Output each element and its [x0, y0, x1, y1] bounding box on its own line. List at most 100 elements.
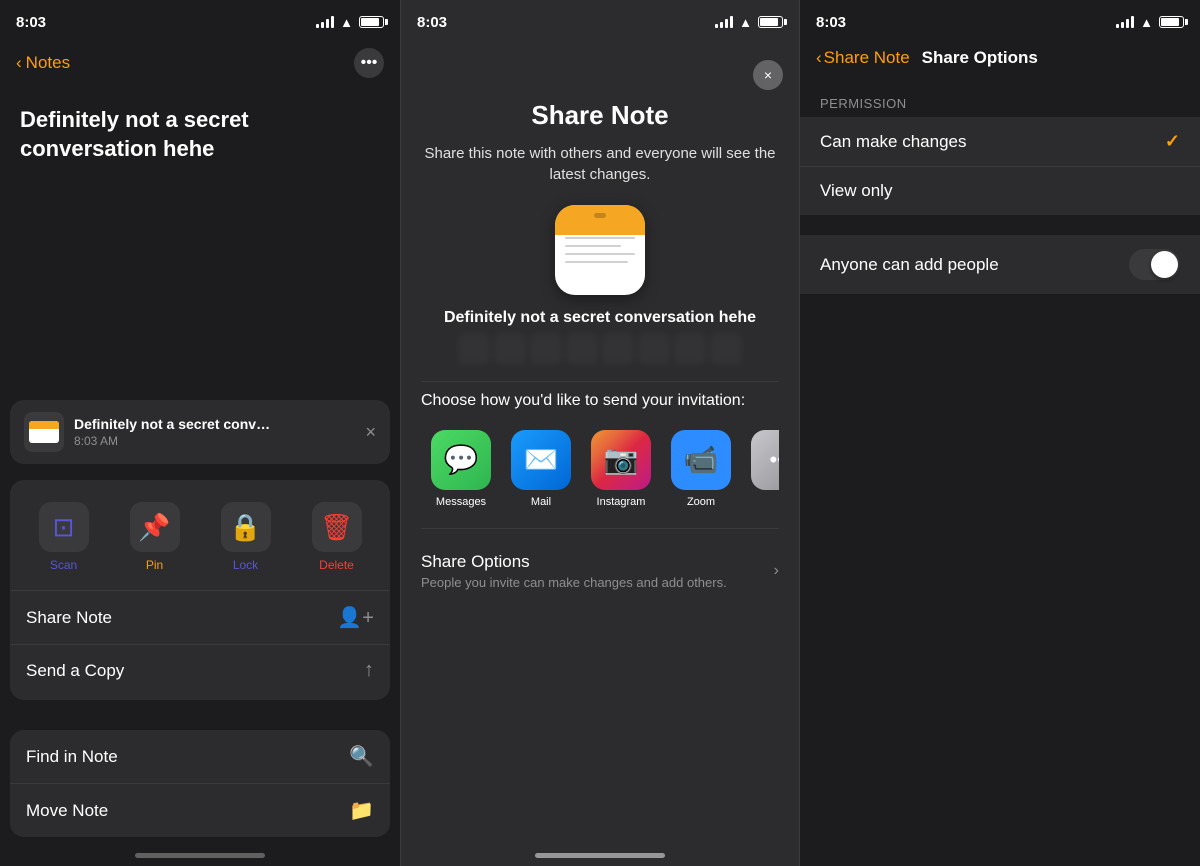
p3-back-label: Share Note [824, 48, 910, 68]
can-make-changes-checkmark: ✓ [1165, 131, 1180, 152]
move-note-button[interactable]: Move Note 📁 [10, 784, 390, 837]
status-icons-1: ▲ [316, 15, 384, 30]
context-notification: Definitely not a secret conversation... … [10, 400, 390, 464]
action-lock[interactable]: 🔒 Lock [200, 492, 291, 582]
instagram-icon: 📷 [591, 430, 651, 490]
scan-label: Scan [50, 558, 77, 572]
scan-icon: ⊡ [53, 512, 75, 543]
modal-close-button[interactable]: × [753, 60, 783, 90]
notif-title: Definitely not a secret conversation... [74, 416, 274, 432]
p3-back-button[interactable]: ‹ Share Note [816, 48, 910, 68]
delete-icon: 🗑 [320, 512, 353, 543]
chevron-right-icon: › [774, 562, 779, 580]
action-grid: ⊡ Scan 📌 Pin 🔒 Lock 🗑 Delete [10, 480, 390, 700]
find-in-note-label: Find in Note [26, 747, 118, 767]
more-apps-icon: ••• [751, 430, 779, 490]
action-icons-row: ⊡ Scan 📌 Pin 🔒 Lock 🗑 Delete [10, 484, 390, 591]
permission-section-label: PERMISSION [800, 80, 1200, 117]
back-button[interactable]: ‹ Notes [16, 53, 70, 73]
modal-header: × [401, 44, 799, 90]
wifi-icon-2: ▲ [739, 15, 752, 30]
battery-icon-3 [1159, 16, 1184, 28]
mail-label: Mail [531, 496, 551, 508]
p3-page-title: Share Options [922, 48, 1038, 68]
app-more[interactable]: ••• [741, 430, 779, 496]
home-indicator-3 [535, 853, 665, 858]
action-delete[interactable]: 🗑 Delete [291, 492, 382, 582]
p3-nav: ‹ Share Note Share Options [800, 44, 1200, 80]
action-scan[interactable]: ⊡ Scan [18, 492, 109, 582]
anyone-add-people-row: Anyone can add people [800, 235, 1200, 294]
send-copy-button[interactable]: Send a Copy ↑ [10, 645, 390, 696]
move-note-label: Move Note [26, 801, 108, 821]
mail-icon: ✉️ [511, 430, 571, 490]
status-icons-2: ▲ [715, 15, 783, 30]
home-indicator-1 [135, 853, 265, 858]
notif-thumbnail [24, 412, 64, 452]
status-bar-2: 8:03 ▲ [401, 0, 799, 44]
status-bar-3: 8:03 ▲ [800, 0, 1200, 44]
time-3: 8:03 [816, 14, 846, 31]
send-copy-label: Send a Copy [26, 661, 124, 681]
share-note-button[interactable]: Share Note 👤+ [10, 591, 390, 645]
lock-label: Lock [233, 558, 258, 572]
messages-icon: 💬 [431, 430, 491, 490]
signal-icon-2 [715, 16, 733, 28]
blurred-share-icons [458, 333, 742, 365]
signal-icon-3 [1116, 16, 1134, 28]
can-make-changes-label: Can make changes [820, 132, 966, 152]
share-options-button[interactable]: Share Options People you invite can make… [421, 538, 779, 594]
time-1: 8:03 [16, 14, 46, 31]
move-note-icon: 📁 [349, 798, 374, 823]
invite-label: Choose how you'd like to send your invit… [421, 392, 745, 410]
action-section-2: Find in Note 🔍 Move Note 📁 [10, 730, 390, 837]
modal-body: Share Note Share this note with others a… [401, 90, 799, 614]
toggle-knob [1151, 251, 1178, 278]
app-instagram[interactable]: 📷 Instagram [581, 430, 661, 508]
permission-list: Can make changes ✓ View only [800, 117, 1200, 215]
more-button[interactable]: ••• [354, 48, 384, 78]
signal-icon-1 [316, 16, 334, 28]
share-apps-row: 💬 Messages ✉️ Mail 📷 Instagram 📹 [421, 430, 779, 508]
lock-icon: 🔒 [229, 512, 261, 543]
app-zoom[interactable]: 📹 Zoom [661, 430, 741, 508]
notes-nav: ‹ Notes ••• [0, 44, 400, 90]
note-name: Definitely not a secret conversation heh… [444, 309, 756, 327]
share-divider-2 [421, 528, 779, 529]
pin-label: Pin [146, 558, 163, 572]
find-in-note-button[interactable]: Find in Note 🔍 [10, 730, 390, 784]
more-icon: ••• [361, 54, 378, 72]
modal-title: Share Note [531, 100, 668, 131]
app-mail[interactable]: ✉️ Mail [501, 430, 581, 508]
notes-app-icon [555, 205, 645, 295]
panel-share-options: 8:03 ▲ ‹ Share Note Share Options PERMIS… [800, 0, 1200, 866]
wifi-icon-1: ▲ [340, 15, 353, 30]
permission-view-only[interactable]: View only [800, 167, 1200, 215]
share-options-label: Share Options [421, 552, 727, 572]
note-content: Definitely not a secret conversation heh… [0, 90, 400, 187]
notif-time: 8:03 AM [74, 434, 355, 448]
battery-icon-2 [758, 16, 783, 28]
permission-can-make-changes[interactable]: Can make changes ✓ [800, 117, 1200, 167]
anyone-add-people-toggle[interactable] [1129, 249, 1180, 280]
back-label: Notes [26, 53, 70, 73]
notif-close-button[interactable]: × [365, 422, 376, 443]
instagram-label: Instagram [597, 496, 646, 508]
app-messages[interactable]: 💬 Messages [421, 430, 501, 508]
pin-icon: 📌 [138, 512, 170, 543]
battery-icon-1 [359, 16, 384, 28]
share-divider [421, 381, 779, 382]
share-note-label: Share Note [26, 608, 112, 628]
zoom-icon: 📹 [671, 430, 731, 490]
messages-label: Messages [436, 496, 486, 508]
status-icons-3: ▲ [1116, 15, 1184, 30]
p3-back-arrow-icon: ‹ [816, 48, 822, 68]
view-only-label: View only [820, 181, 892, 201]
panel-share: 8:03 ▲ × Share Note Share this note with… [400, 0, 800, 866]
delete-label: Delete [319, 558, 354, 572]
action-pin[interactable]: 📌 Pin [109, 492, 200, 582]
anyone-add-people-label: Anyone can add people [820, 255, 999, 275]
find-icon: 🔍 [349, 744, 374, 769]
send-copy-icon: ↑ [364, 659, 374, 682]
wifi-icon-3: ▲ [1140, 15, 1153, 30]
